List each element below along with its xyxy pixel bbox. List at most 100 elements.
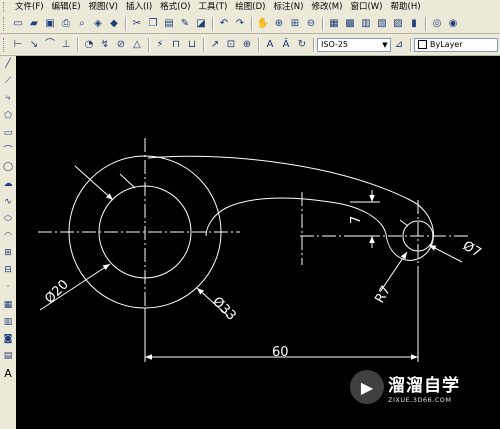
dia33-label: Ø33: [209, 294, 239, 324]
continue-icon[interactable]: ⊔: [185, 38, 199, 52]
circle-icon[interactable]: ◯: [1, 160, 15, 174]
publish-icon[interactable]: ◈: [91, 17, 105, 31]
watermark-title: 溜溜自学: [388, 375, 460, 396]
dimstyle-select[interactable]: ISO-25 ▼: [317, 37, 391, 52]
rectangle-icon[interactable]: ▭: [1, 126, 15, 140]
linear-dim-icon[interactable]: ⊢: [11, 38, 25, 52]
zoom-window-icon[interactable]: ⊞: [288, 17, 302, 31]
dim7-label: 7: [349, 216, 364, 224]
polygon-icon[interactable]: ⬠: [1, 109, 15, 123]
region-icon[interactable]: ◙: [1, 332, 15, 346]
quick-dim-icon[interactable]: ⚡: [153, 38, 167, 52]
menu-bar: 文件(F) 编辑(E) 视图(V) 插入(I) 格式(O) 工具(T) 绘图(D…: [0, 0, 500, 15]
menu-modify[interactable]: 修改(M): [307, 0, 346, 14]
markup-icon[interactable]: ▨: [391, 17, 405, 31]
toolbar-separator: [125, 16, 126, 31]
match-properties-icon[interactable]: ✎: [178, 17, 192, 31]
r7-label: R7: [372, 284, 394, 306]
3d-dwf-icon[interactable]: ◆: [107, 17, 121, 31]
constrained-orbit-icon[interactable]: ◉: [446, 17, 460, 31]
dim-update-icon[interactable]: ↻: [295, 38, 309, 52]
toolbar-separator: [148, 37, 149, 52]
diameter-dim-icon[interactable]: ⊘: [114, 38, 128, 52]
spline-icon[interactable]: ∿: [1, 195, 15, 209]
copy-icon[interactable]: ❐: [146, 17, 160, 31]
dia33-tick: [119, 173, 136, 189]
dia7-leader: [428, 244, 463, 263]
construction-line-icon[interactable]: ⟋: [1, 74, 15, 88]
ellipse-arc-icon[interactable]: ◠: [1, 229, 15, 243]
aligned-dim-icon[interactable]: ↘: [27, 38, 41, 52]
ordinate-icon[interactable]: ⊥: [59, 38, 73, 52]
toolbar-separator: [258, 37, 259, 52]
baseline-icon[interactable]: ⊓: [169, 38, 183, 52]
design-center-icon[interactable]: ▩: [343, 17, 357, 31]
menu-window[interactable]: 窗口(W): [346, 0, 386, 14]
insert-block-icon[interactable]: ⊞: [1, 246, 15, 260]
arc-length-icon[interactable]: ⌒: [43, 38, 57, 52]
block-editor-icon[interactable]: ◪: [194, 17, 208, 31]
layer-value: ByLayer: [430, 40, 463, 49]
save-icon[interactable]: ▣: [43, 17, 57, 31]
watermark-text: 溜溜自学 ZIXUE.3D66.COM: [388, 371, 460, 404]
cut-icon[interactable]: ✂: [130, 17, 144, 31]
toolbar-separator: [322, 16, 323, 31]
play-logo-icon: ▶: [350, 370, 384, 404]
watermark: ▶ 溜溜自学 ZIXUE.3D66.COM: [350, 362, 472, 412]
table-icon[interactable]: ▤: [1, 349, 15, 363]
make-block-icon[interactable]: ⊟: [1, 263, 15, 277]
plot-preview-icon[interactable]: ⌕: [75, 17, 89, 31]
zoom-realtime-icon[interactable]: ⊕: [272, 17, 286, 31]
new-icon[interactable]: ▭: [11, 17, 25, 31]
menu-insert[interactable]: 插入(I): [122, 0, 156, 14]
jogged-icon[interactable]: ↯: [98, 38, 112, 52]
print-icon[interactable]: ⎙: [59, 17, 73, 31]
menu-draw[interactable]: 绘图(D): [231, 0, 269, 14]
dim-text-edit-icon[interactable]: Ā: [279, 38, 293, 52]
arc-icon[interactable]: ⌒: [1, 143, 15, 157]
tool-palettes-icon[interactable]: ▥: [359, 17, 373, 31]
tolerance-icon[interactable]: ⊡: [224, 38, 238, 52]
dimstyle-manager-icon[interactable]: ⊿: [392, 38, 406, 52]
menu-file[interactable]: 文件(F): [11, 0, 48, 14]
menu-format[interactable]: 格式(O): [156, 0, 194, 14]
quick-leader-icon[interactable]: ↗: [208, 38, 222, 52]
orbit-icon[interactable]: ◎: [430, 17, 444, 31]
hatch-icon[interactable]: ▦: [1, 298, 15, 312]
sheet-set-icon[interactable]: ▧: [375, 17, 389, 31]
calculator-icon[interactable]: ▮: [407, 17, 421, 31]
dia20-label: Ø20: [42, 277, 72, 307]
toolbar-grip: [3, 37, 7, 52]
pan-icon[interactable]: ✋: [256, 17, 270, 31]
center-mark-icon[interactable]: ⊕: [240, 38, 254, 52]
menu-edit[interactable]: 编辑(E): [48, 0, 85, 14]
radius-dim-icon[interactable]: ◔: [82, 38, 96, 52]
menubar-grip: [3, 2, 7, 12]
polyline-icon[interactable]: ⤷: [1, 91, 15, 105]
point-icon[interactable]: ·: [1, 280, 15, 294]
toolbar-separator: [425, 16, 426, 31]
undo-icon[interactable]: ↶: [217, 17, 231, 31]
menu-help[interactable]: 帮助(H): [387, 0, 425, 14]
multiline-text-icon[interactable]: A: [1, 366, 15, 380]
dia7-tick: [399, 219, 409, 227]
dim-edit-icon[interactable]: A: [263, 38, 277, 52]
layer-select[interactable]: ByLayer: [414, 37, 498, 52]
paste-icon[interactable]: ▤: [162, 17, 176, 31]
ellipse-icon[interactable]: ⬭: [1, 212, 15, 226]
gradient-icon[interactable]: ▥: [1, 315, 15, 329]
menu-view[interactable]: 视图(V): [85, 0, 122, 14]
open-icon[interactable]: ▰: [27, 17, 41, 31]
menu-tools[interactable]: 工具(T): [194, 0, 231, 14]
angular-dim-icon[interactable]: △: [130, 38, 144, 52]
redo-icon[interactable]: ↷: [233, 17, 247, 31]
dim60-label: 60: [272, 345, 289, 360]
chevron-down-icon[interactable]: ▼: [380, 41, 390, 49]
toolbar-separator: [212, 16, 213, 31]
properties-icon[interactable]: ▦: [327, 17, 341, 31]
zoom-previous-icon[interactable]: ⊖: [304, 17, 318, 31]
toolbar-separator: [77, 37, 78, 52]
menu-dimension[interactable]: 标注(N): [269, 0, 307, 14]
line-icon[interactable]: ╱: [1, 57, 15, 71]
revision-cloud-icon[interactable]: ☁: [1, 177, 15, 191]
